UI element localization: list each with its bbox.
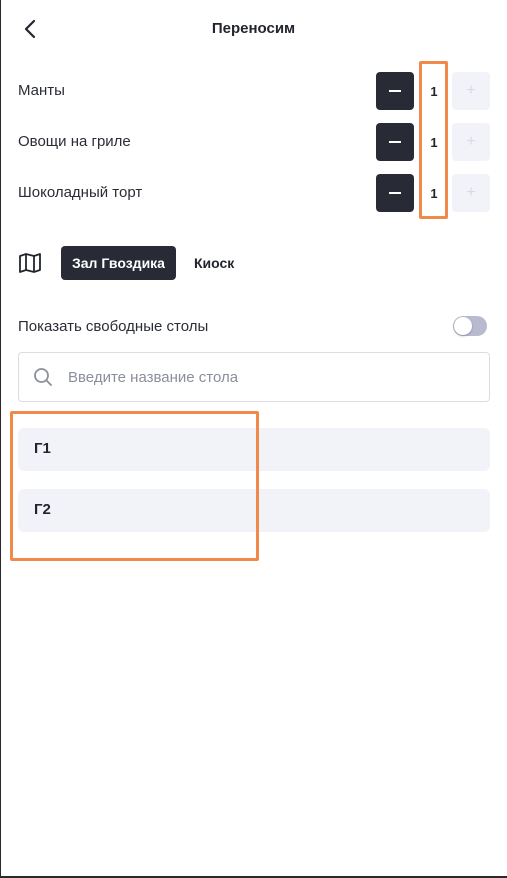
table-name: Г2 <box>34 501 51 518</box>
quantity-value: 1 <box>430 134 438 150</box>
decrease-button[interactable] <box>376 123 414 161</box>
map-icon[interactable] <box>18 252 42 274</box>
increase-button[interactable]: + <box>452 174 490 212</box>
hall-selector: Зал Гвоздика Киоск <box>18 246 490 280</box>
table-name: Г1 <box>34 440 51 457</box>
search-icon <box>34 368 52 386</box>
search-input[interactable] <box>68 353 478 401</box>
header: Переносим <box>0 0 507 58</box>
hall-tab-kiosk[interactable]: Киоск <box>194 246 234 280</box>
decrease-button[interactable] <box>376 72 414 110</box>
item-row: Овощи на гриле 1 + <box>18 123 490 161</box>
minus-icon <box>389 141 401 143</box>
quantity-value: 1 <box>430 185 438 201</box>
increase-button[interactable]: + <box>452 72 490 110</box>
item-name: Овощи на гриле <box>18 133 131 150</box>
increase-button[interactable]: + <box>452 123 490 161</box>
toggle-knob <box>454 317 472 335</box>
free-tables-label: Показать свободные столы <box>18 318 209 335</box>
item-row: Манты 1 + <box>18 72 490 110</box>
free-tables-toggle[interactable] <box>453 316 487 336</box>
table-item[interactable]: Г2 <box>18 489 490 532</box>
decrease-button[interactable] <box>376 174 414 212</box>
free-tables-row: Показать свободные столы <box>18 315 490 339</box>
hall-tab-active[interactable]: Зал Гвоздика <box>61 246 176 280</box>
page-title: Переносим <box>211 20 296 37</box>
quantity-value: 1 <box>430 83 438 99</box>
item-row: Шоколадный торт 1 + <box>18 174 490 212</box>
search-box <box>18 352 490 402</box>
item-name: Шоколадный торт <box>18 184 143 201</box>
minus-icon <box>389 192 401 194</box>
item-name: Манты <box>18 82 65 99</box>
table-item[interactable]: Г1 <box>18 428 490 471</box>
minus-icon <box>389 90 401 92</box>
